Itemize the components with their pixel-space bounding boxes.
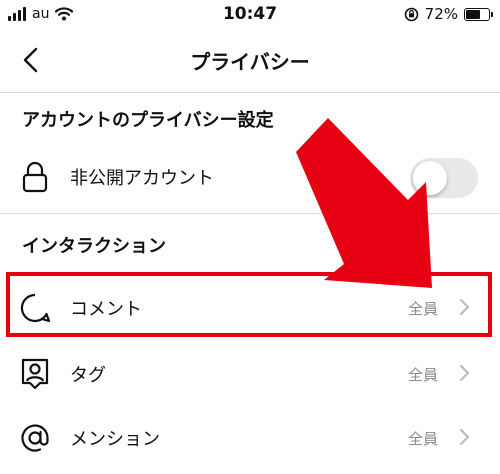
battery-fill xyxy=(466,9,480,19)
account-privacy-section-title: アカウントのプライバシー設定 xyxy=(22,110,274,131)
battery-icon xyxy=(464,7,493,21)
chevron-right-icon xyxy=(460,365,469,381)
tag-label: タグ xyxy=(70,365,106,386)
at-icon xyxy=(21,424,49,452)
battery-percent: 72% xyxy=(424,5,458,23)
orientation-lock-icon xyxy=(404,7,418,21)
nav-divider xyxy=(0,92,500,93)
chevron-right-icon xyxy=(460,429,469,445)
red-arrow-annotation xyxy=(296,118,432,288)
tag-row[interactable]: タグ 全員 xyxy=(0,343,500,403)
mention-row[interactable]: メンション 全員 xyxy=(0,407,500,467)
mention-value: 全員 xyxy=(407,430,438,448)
status-right: 72% xyxy=(404,5,493,23)
lock-icon xyxy=(22,161,48,193)
tag-person-icon xyxy=(21,358,49,390)
tag-value: 全員 xyxy=(407,366,438,384)
page-title: プライバシー xyxy=(190,50,310,74)
mention-label: メンション xyxy=(70,429,160,450)
private-account-label: 非公開アカウント xyxy=(70,168,214,189)
status-bar: au 10:47 72% xyxy=(0,0,500,30)
nav-bar: プライバシー xyxy=(0,30,500,90)
interaction-section-title: インタラクション xyxy=(22,236,166,257)
